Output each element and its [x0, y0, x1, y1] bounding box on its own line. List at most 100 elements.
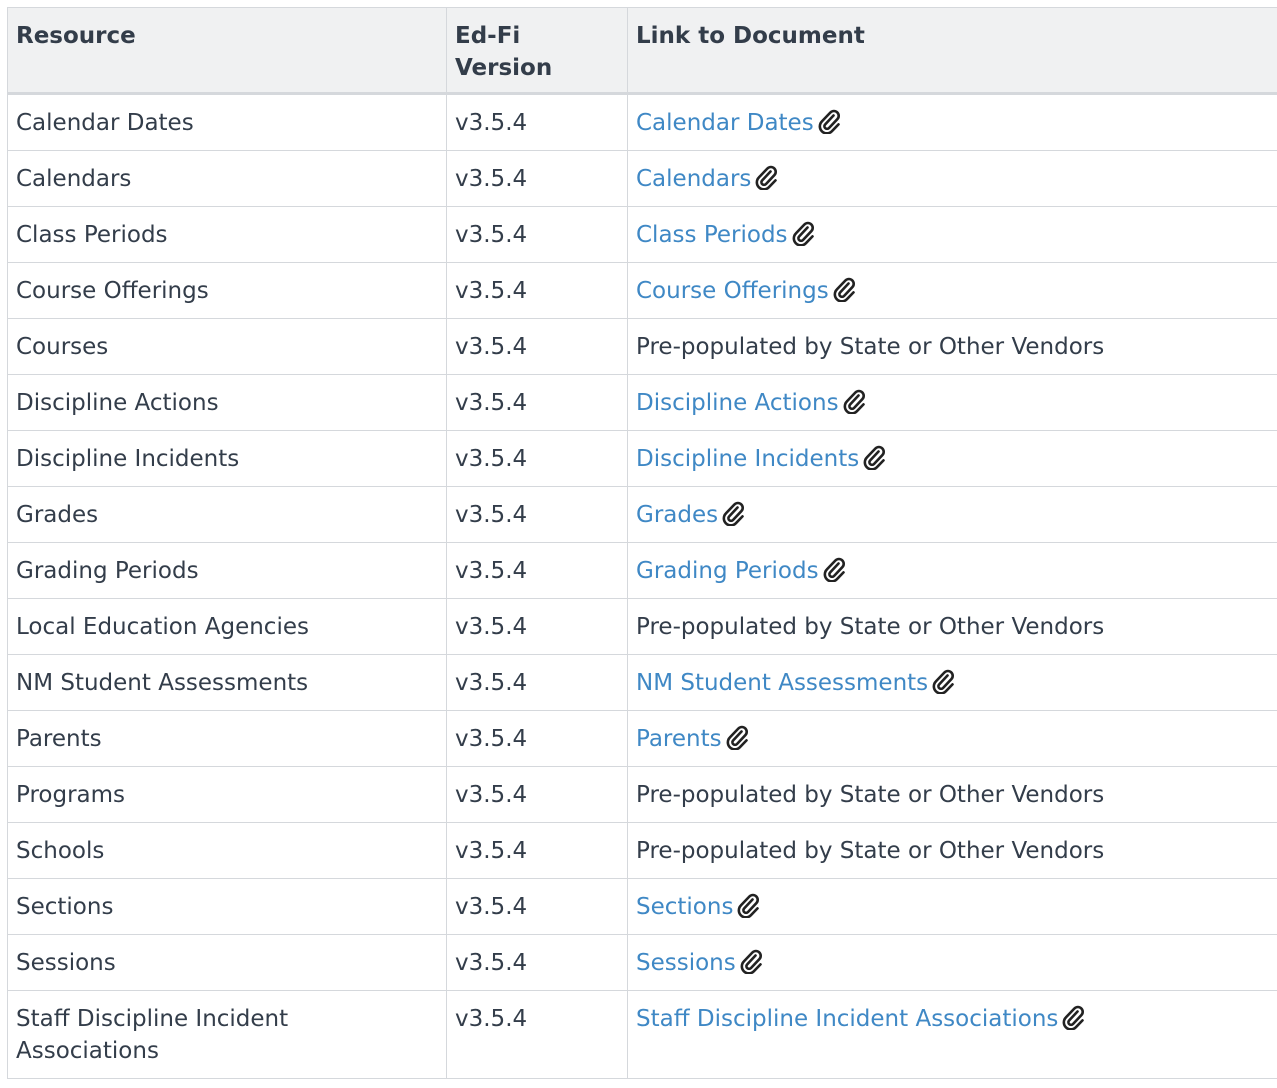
resource-cell: Calendar Dates: [7, 93, 447, 151]
paperclip-icon: [932, 668, 955, 694]
version-cell: v3.5.4: [446, 766, 628, 823]
link-cell: Class Periods: [627, 206, 1277, 263]
paperclip-icon: [1062, 1004, 1085, 1030]
version-cell: v3.5.4: [446, 262, 628, 319]
version-cell: v3.5.4: [446, 598, 628, 655]
resource-cell: Discipline Incidents: [7, 430, 447, 487]
version-cell: v3.5.4: [446, 822, 628, 879]
paperclip-icon: [818, 108, 840, 134]
table-row: Programs v3.5.4 Pre-populated by State or …: [7, 766, 1277, 823]
version-cell: v3.5.4: [446, 318, 628, 375]
document-link[interactable]: Sections: [636, 894, 733, 920]
version-cell: v3.5.4: [446, 710, 628, 767]
link-cell: Sections: [627, 878, 1277, 935]
paperclip-icon: [726, 724, 748, 750]
column-header-link: Link to Document: [627, 7, 1277, 95]
table-row: Sessions v3.5.4 Sessions: [7, 934, 1277, 991]
version-cell: v3.5.4: [446, 374, 628, 431]
version-cell: v3.5.4: [446, 206, 628, 263]
document-link[interactable]: Discipline Incidents: [636, 446, 859, 472]
table-header-row: Resource Ed-Fi Version Link to Document: [7, 7, 1277, 95]
table-row: Calendars v3.5.4 Calendars: [7, 150, 1277, 207]
document-link[interactable]: Calendars: [636, 166, 751, 192]
link-cell: Pre-populated by State or Other Vendors: [627, 822, 1277, 879]
table-row: Parents v3.5.4 Parents: [7, 710, 1277, 767]
table-row: Schools v3.5.4 Pre-populated by State or O…: [7, 822, 1277, 879]
resource-cell: Schools: [7, 822, 447, 879]
table-row: Courses v3.5.4 Pre-populated by State or O…: [7, 318, 1277, 375]
document-link[interactable]: Class Periods: [636, 222, 788, 248]
resource-cell: Course Offerings: [7, 262, 447, 319]
link-cell: Grading Periods: [627, 542, 1277, 599]
table-row: Sections v3.5.4 Sections: [7, 878, 1277, 935]
document-link[interactable]: Grading Periods: [636, 558, 819, 584]
resource-table-container: Resource Ed-Fi Version Link to Document …: [7, 7, 1277, 1079]
link-note-text: Pre-populated by State or Other Vendors: [636, 614, 1105, 640]
link-note-text: Pre-populated by State or Other Vendors: [636, 334, 1105, 360]
link-cell: Discipline Incidents: [627, 430, 1277, 487]
link-cell: NM Student Assessments: [627, 654, 1277, 711]
paperclip-icon: [823, 556, 845, 582]
table-row: Discipline Incidents v3.5.4 Discipline Inc…: [7, 430, 1277, 487]
version-cell: v3.5.4: [446, 430, 628, 487]
resource-cell: Sessions: [7, 934, 447, 991]
version-cell: v3.5.4: [446, 990, 628, 1079]
version-cell: v3.5.4: [446, 654, 628, 711]
table-body: Calendar Dates v3.5.4 Calendar Dates Calend…: [7, 93, 1277, 1079]
link-note-text: Pre-populated by State or Other Vendors: [636, 838, 1105, 864]
version-cell: v3.5.4: [446, 878, 628, 935]
document-link[interactable]: Sessions: [636, 950, 736, 976]
document-link[interactable]: Grades: [636, 502, 718, 528]
resource-cell: Calendars: [7, 150, 447, 207]
link-cell: Course Offerings: [627, 262, 1277, 319]
version-cell: v3.5.4: [446, 93, 628, 151]
document-link[interactable]: Calendar Dates: [636, 110, 814, 136]
paperclip-icon: [792, 220, 814, 246]
version-cell: v3.5.4: [446, 150, 628, 207]
link-cell: Pre-populated by State or Other Vendors: [627, 598, 1277, 655]
link-cell: Calendar Dates: [627, 93, 1277, 151]
resource-cell: Courses: [7, 318, 447, 375]
table-row: Grading Periods v3.5.4 Grading Periods: [7, 542, 1277, 599]
table-row: Course Offerings v3.5.4 Course Offerings: [7, 262, 1277, 319]
document-link[interactable]: NM Student Assessments: [636, 670, 928, 696]
table-row: Local Education Agencies v3.5.4 Pre-popula…: [7, 598, 1277, 655]
link-cell: Staff Discipline Incident Associations: [627, 990, 1277, 1079]
table-row: Staff Discipline Incident Associations v3…: [7, 990, 1277, 1079]
resource-cell: Parents: [7, 710, 447, 767]
version-cell: v3.5.4: [446, 486, 628, 543]
version-cell: v3.5.4: [446, 934, 628, 991]
resource-cell: Local Education Agencies: [7, 598, 447, 655]
link-cell: Grades: [627, 486, 1277, 543]
resource-cell: NM Student Assessments: [7, 654, 447, 711]
link-cell: Pre-populated by State or Other Vendors: [627, 318, 1277, 375]
link-note-text: Pre-populated by State or Other Vendors: [636, 782, 1105, 808]
column-header-version: Ed-Fi Version: [446, 7, 628, 95]
column-header-resource: Resource: [7, 7, 447, 95]
resource-table: Resource Ed-Fi Version Link to Document …: [7, 7, 1277, 1079]
document-link[interactable]: Discipline Actions: [636, 390, 839, 416]
resource-cell: Staff Discipline Incident Associations: [7, 990, 447, 1079]
paperclip-icon: [737, 892, 760, 918]
version-cell: v3.5.4: [446, 542, 628, 599]
paperclip-icon: [843, 388, 865, 414]
table-row: Class Periods v3.5.4 Class Periods: [7, 206, 1277, 263]
link-cell: Calendars: [627, 150, 1277, 207]
paperclip-icon: [740, 948, 762, 974]
resource-cell: Discipline Actions: [7, 374, 447, 431]
link-cell: Discipline Actions: [627, 374, 1277, 431]
table-row: Grades v3.5.4 Grades: [7, 486, 1277, 543]
resource-cell: Grades: [7, 486, 447, 543]
document-link[interactable]: Course Offerings: [636, 278, 829, 304]
table-row: NM Student Assessments v3.5.4 NM Student A…: [7, 654, 1277, 711]
resource-cell: Programs: [7, 766, 447, 823]
paperclip-icon: [755, 164, 778, 190]
resource-cell: Class Periods: [7, 206, 447, 263]
resource-cell: Grading Periods: [7, 542, 447, 599]
paperclip-icon: [722, 500, 745, 526]
document-link[interactable]: Staff Discipline Incident Associations: [636, 1006, 1058, 1032]
link-cell: Sessions: [627, 934, 1277, 991]
resource-cell: Sections: [7, 878, 447, 935]
paperclip-icon: [863, 444, 886, 470]
document-link[interactable]: Parents: [636, 726, 722, 752]
